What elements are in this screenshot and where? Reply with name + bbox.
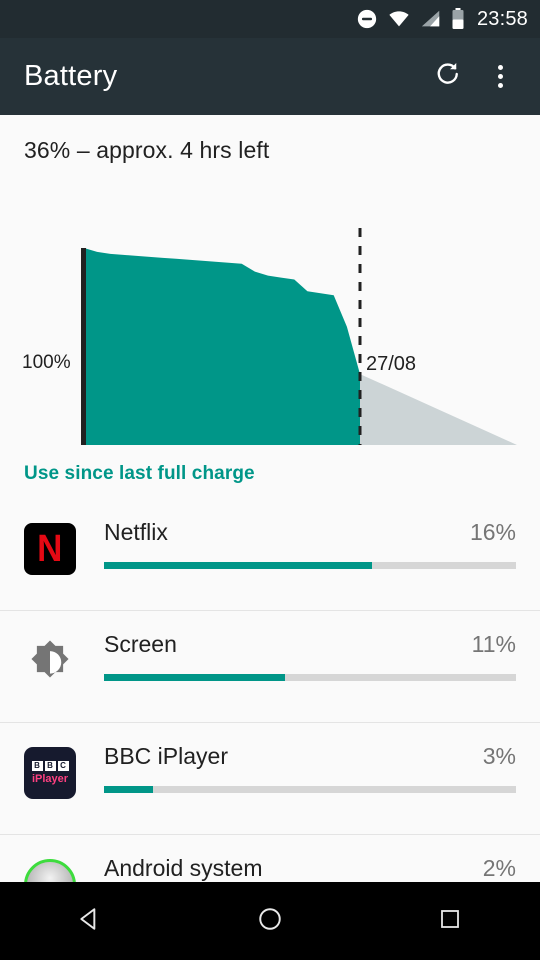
- app-usage-row[interactable]: Screen 11%: [0, 611, 540, 723]
- app-name: Android system: [104, 855, 263, 881]
- refresh-icon: [433, 59, 463, 94]
- status-bar: 23:58: [0, 0, 540, 38]
- battery-history-chart: 100% 0% 27/08 17:00 22:00 04:00: [0, 170, 540, 608]
- status-bar-clock: 23:58: [476, 7, 528, 30]
- brightness-icon: [25, 634, 75, 689]
- app-name: Screen: [104, 631, 177, 657]
- app-usage-bar-track: [104, 562, 516, 569]
- battery-chart-svg: [81, 228, 517, 445]
- cell-signal-icon: [420, 8, 442, 30]
- battery-settings-screen: 23:58 Battery 36% – approx. 4 hrs left 1…: [0, 0, 540, 960]
- section-header-use-since-charge: Use since last full charge: [24, 463, 255, 484]
- battery-icon: [451, 7, 465, 31]
- app-icon-container: N: [24, 523, 76, 575]
- app-usage-list: N Netflix 16% Screen 11% B B CiPlayer BBC iPlaye…: [0, 499, 540, 947]
- app-name: BBC iPlayer: [104, 743, 228, 769]
- page-title: Battery: [24, 60, 118, 92]
- home-nav-button[interactable]: [230, 882, 310, 960]
- chart-date-annotation: 27/08: [366, 353, 417, 375]
- app-percent: 16%: [469, 519, 516, 545]
- recents-nav-icon: [438, 907, 462, 936]
- chart-projection-area: [360, 374, 517, 445]
- recents-nav-button[interactable]: [410, 882, 490, 960]
- netflix-icon: N: [24, 523, 76, 575]
- app-usage-row[interactable]: B B CiPlayer BBC iPlayer 3%: [0, 723, 540, 835]
- home-nav-icon: [257, 906, 283, 937]
- system-navigation-bar: [0, 882, 540, 960]
- app-row-body: Netflix 16%: [104, 517, 516, 569]
- chart-ytick-top: 100%: [22, 352, 71, 373]
- do-not-disturb-icon: [356, 8, 378, 30]
- app-name: Netflix: [104, 519, 168, 545]
- app-usage-bar-fill: [104, 562, 372, 569]
- app-percent: 3%: [482, 743, 516, 769]
- chart-history-area: [84, 248, 360, 445]
- chart-y-axis: [81, 248, 86, 445]
- back-nav-icon: [77, 906, 103, 937]
- back-nav-button[interactable]: [50, 882, 130, 960]
- wifi-icon: [387, 8, 411, 30]
- app-usage-bar-track: [104, 674, 516, 681]
- overflow-menu-button[interactable]: [474, 51, 526, 103]
- app-row-body: Screen 11%: [104, 629, 516, 681]
- app-percent: 2%: [482, 855, 516, 881]
- app-usage-bar-fill: [104, 786, 154, 793]
- overflow-menu-icon: [497, 65, 503, 88]
- refresh-button[interactable]: [422, 51, 474, 103]
- app-icon-container: [24, 635, 76, 687]
- battery-summary-text: 36% – approx. 4 hrs left: [24, 137, 270, 163]
- app-toolbar: Battery: [0, 38, 540, 115]
- app-row-body: BBC iPlayer 3%: [104, 741, 516, 793]
- app-icon-container: B B CiPlayer: [24, 747, 76, 799]
- app-percent: 11%: [471, 631, 516, 657]
- app-usage-bar-fill: [104, 674, 286, 681]
- app-usage-bar-track: [104, 786, 516, 793]
- bbc-iplayer-icon: B B CiPlayer: [24, 747, 76, 799]
- app-usage-row[interactable]: N Netflix 16%: [0, 499, 540, 611]
